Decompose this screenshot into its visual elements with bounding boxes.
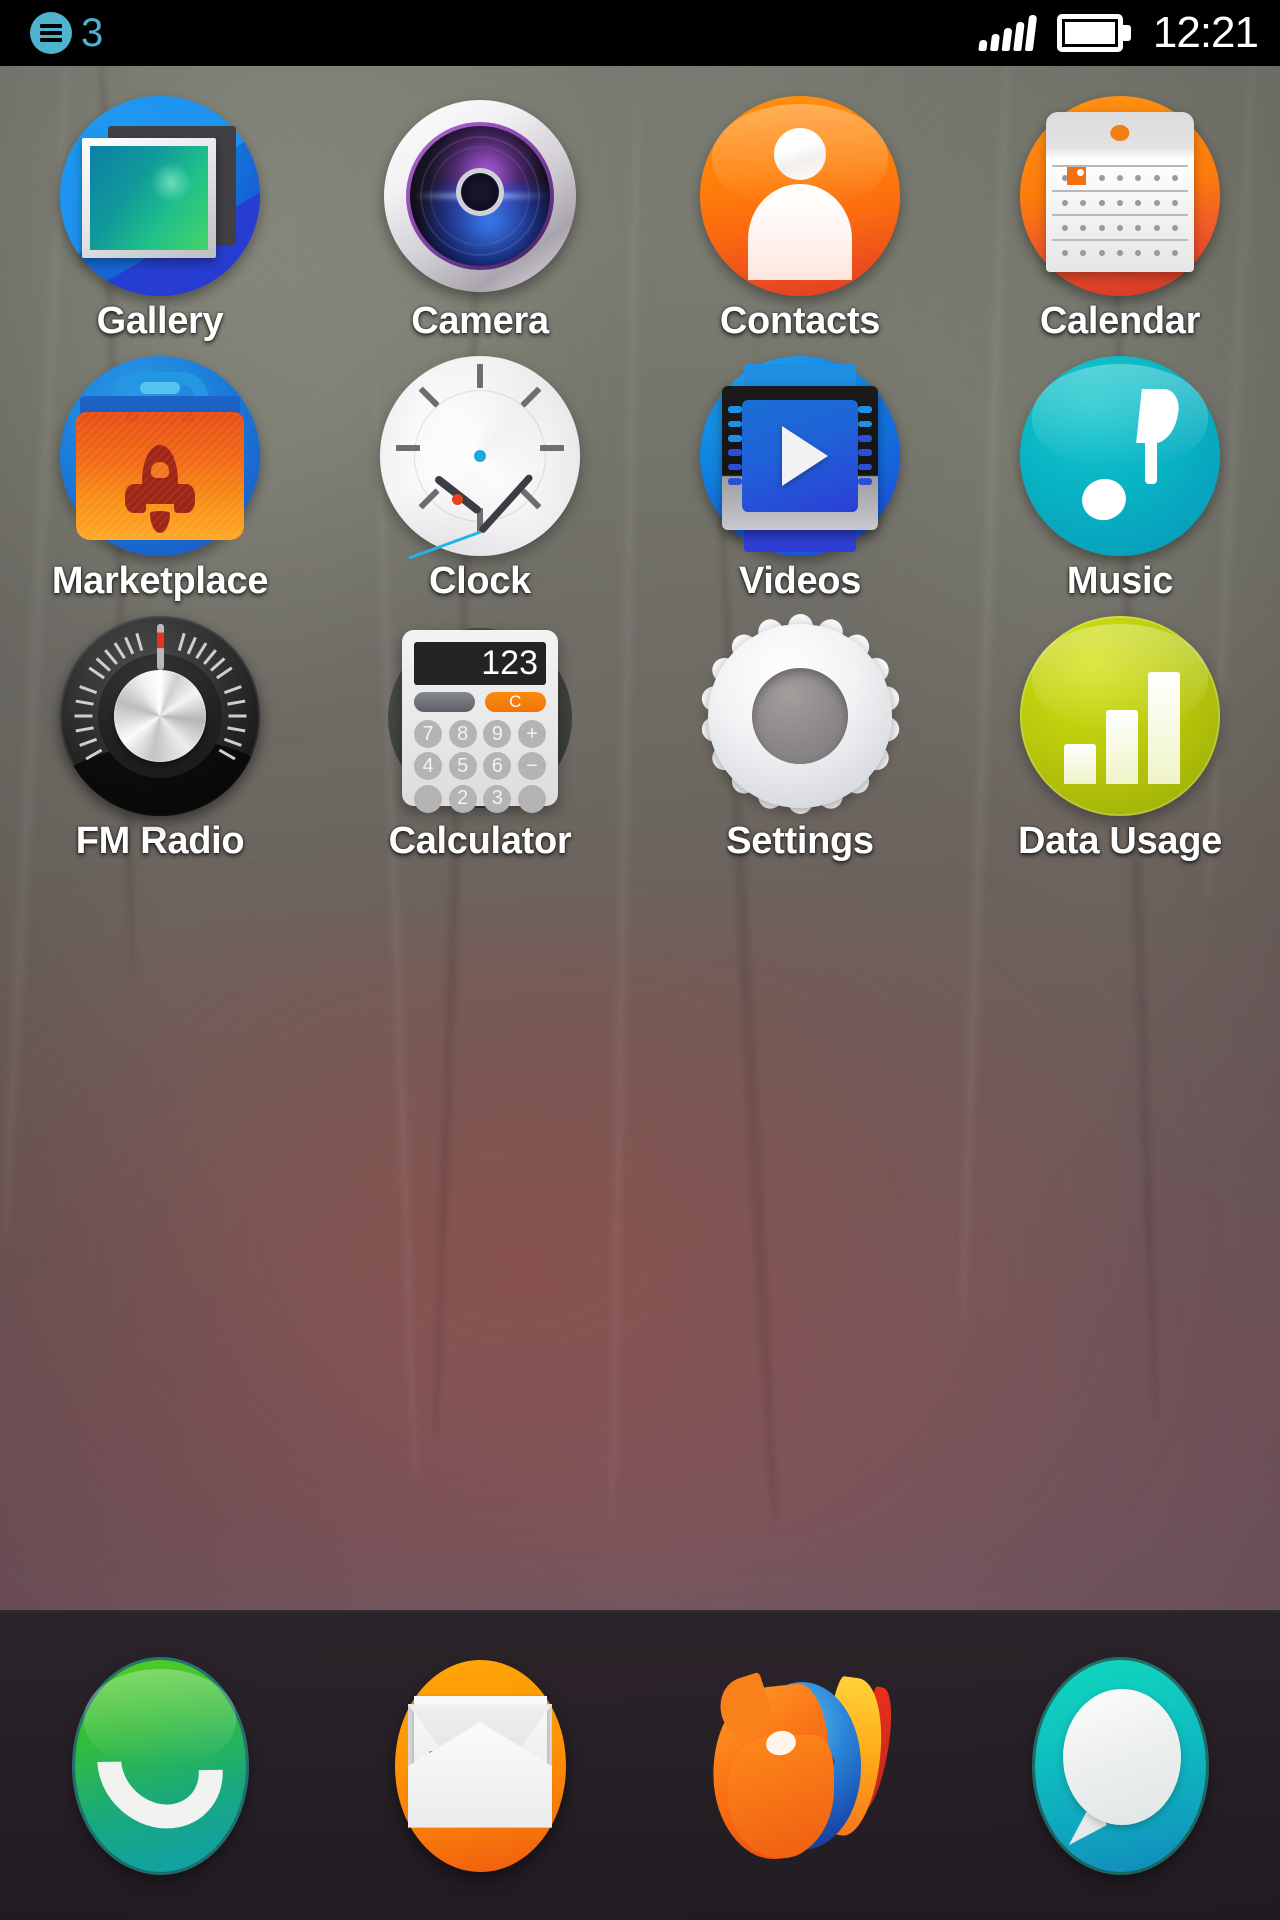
- videos-icon[interactable]: [700, 356, 900, 556]
- app-settings[interactable]: Settings: [640, 614, 960, 876]
- app-clock[interactable]: Clock: [320, 356, 640, 616]
- dock-item-email[interactable]: [320, 1656, 640, 1876]
- calculator-key: 9: [483, 720, 512, 749]
- app-label: Music: [1066, 560, 1174, 602]
- app-label: FM Radio: [75, 820, 245, 862]
- app-label: Calculator: [388, 820, 572, 862]
- battery-full-icon: [1056, 14, 1131, 52]
- calculator-keypad: 7 8 9 + 4 5 6 − 2 3: [414, 720, 547, 813]
- list-icon[interactable]: [30, 12, 72, 54]
- app-grid: Gallery Camera Contacts Calendar Marketp…: [0, 66, 1280, 1610]
- gallery-icon[interactable]: [60, 96, 260, 296]
- app-label: Data Usage: [1018, 820, 1222, 862]
- app-marketplace[interactable]: Marketplace: [0, 356, 320, 616]
- app-music[interactable]: Music: [960, 356, 1280, 616]
- app-fm-radio[interactable]: FM Radio: [0, 616, 320, 876]
- calculator-function-key: [414, 692, 476, 713]
- app-calculator[interactable]: 123 C 7 8 9 + 4 5 6 − 2 3 Calculator: [320, 616, 640, 876]
- calculator-key: [517, 784, 547, 813]
- signal-bars-icon: [978, 15, 1038, 51]
- app-label: Marketplace: [51, 560, 269, 602]
- dock-item-browser[interactable]: [640, 1656, 960, 1876]
- app-data-usage[interactable]: Data Usage: [960, 616, 1280, 876]
- status-bar-left[interactable]: 3: [30, 12, 103, 54]
- clock-icon[interactable]: [380, 356, 580, 560]
- contacts-icon[interactable]: [700, 96, 900, 296]
- calculator-key: +: [517, 720, 547, 749]
- calendar-icon[interactable]: [1020, 96, 1220, 296]
- dock-item-phone[interactable]: [0, 1656, 320, 1876]
- app-label: Settings: [726, 820, 874, 862]
- app-label: Gallery: [96, 300, 224, 342]
- calculator-key: 3: [483, 784, 512, 813]
- envelope-icon[interactable]: [385, 1656, 575, 1876]
- chat-bubble-icon[interactable]: [1025, 1656, 1215, 1876]
- music-icon[interactable]: [1020, 356, 1220, 556]
- calculator-key: 8: [448, 720, 477, 749]
- app-contacts[interactable]: Contacts: [640, 96, 960, 356]
- calculator-display: 123: [414, 642, 546, 685]
- data-usage-icon[interactable]: [1020, 616, 1220, 816]
- calculator-key: 4: [414, 752, 443, 781]
- app-label: Camera: [411, 300, 549, 342]
- fm-radio-icon[interactable]: [60, 616, 260, 816]
- camera-icon[interactable]: [380, 96, 580, 296]
- calculator-key: [414, 784, 443, 813]
- firefox-icon[interactable]: [703, 1656, 898, 1876]
- calculator-key: 6: [483, 752, 512, 781]
- marketplace-icon[interactable]: [60, 356, 260, 556]
- app-gallery[interactable]: Gallery: [0, 96, 320, 356]
- notification-count: 3: [81, 11, 104, 55]
- phone-handset-icon[interactable]: [65, 1656, 255, 1876]
- calculator-key: 7: [414, 720, 443, 749]
- settings-gear-icon[interactable]: [699, 614, 901, 816]
- calculator-clear-key: C: [484, 692, 547, 713]
- status-bar: 3 12:21: [0, 0, 1280, 66]
- app-label: Contacts: [719, 300, 881, 342]
- dock: [0, 1610, 1280, 1920]
- app-videos[interactable]: Videos: [640, 356, 960, 616]
- calculator-key: 5: [448, 752, 477, 781]
- status-bar-clock: 12:21: [1152, 8, 1259, 57]
- calculator-key: −: [517, 752, 547, 781]
- status-bar-right: 12:21: [978, 8, 1259, 57]
- app-label: Clock: [429, 560, 531, 602]
- app-calendar[interactable]: Calendar: [960, 96, 1280, 356]
- calculator-display-value: 123: [481, 643, 538, 682]
- app-label: Videos: [738, 560, 862, 602]
- calculator-key: 2: [448, 784, 477, 813]
- dock-item-messages[interactable]: [960, 1656, 1280, 1876]
- app-label: Calendar: [1039, 300, 1201, 342]
- calculator-icon[interactable]: 123 C 7 8 9 + 4 5 6 − 2 3: [380, 616, 580, 816]
- app-camera[interactable]: Camera: [320, 96, 640, 356]
